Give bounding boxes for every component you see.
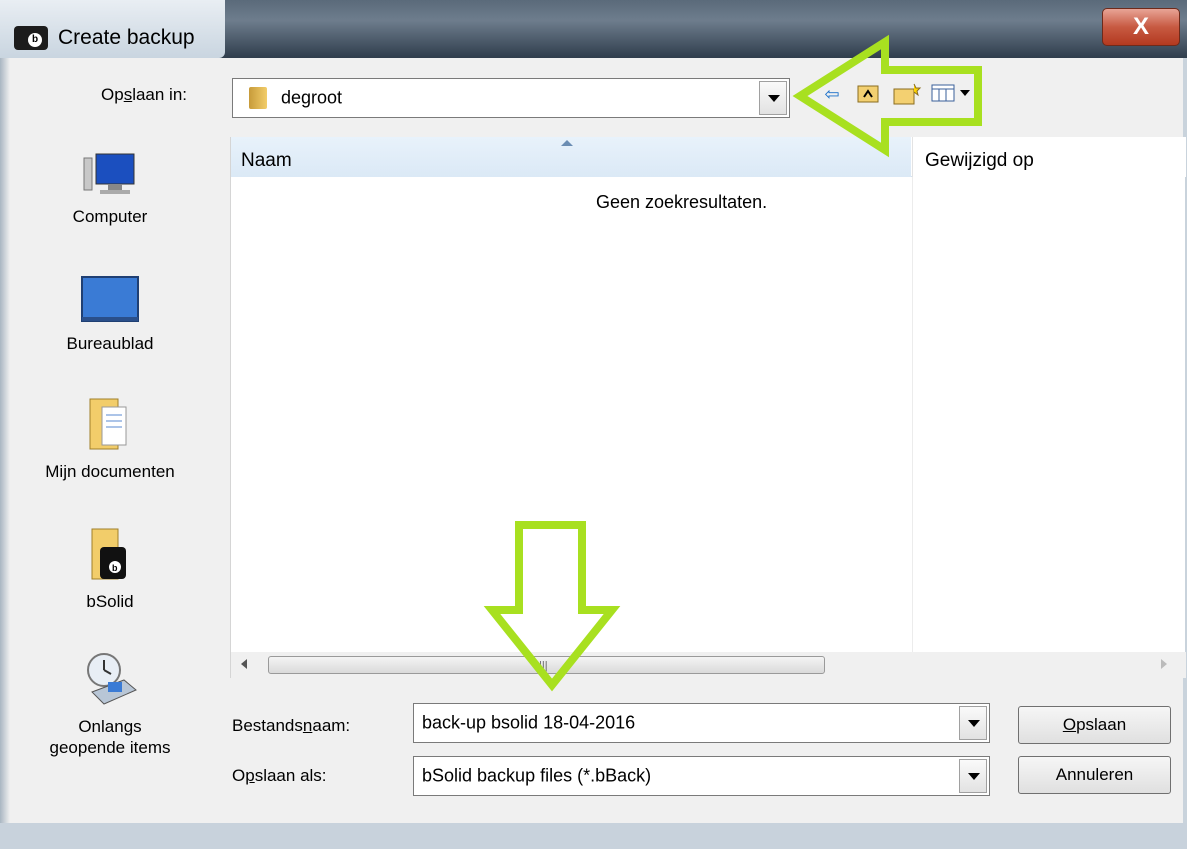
filename-combo[interactable]: back-up bsolid 18-04-2016 (413, 703, 990, 743)
place-computer[interactable]: Computer (10, 150, 210, 227)
recent-items-icon (78, 650, 142, 708)
close-button[interactable]: X (1102, 8, 1180, 46)
place-label-line2: geopende items (49, 738, 171, 757)
filename-value[interactable]: back-up bsolid 18-04-2016 (422, 713, 635, 734)
desktop-icon (80, 275, 140, 325)
documents-icon (88, 395, 132, 453)
empty-message: Geen zoekresultaten. (596, 192, 768, 212)
back-arrow-icon[interactable]: ⇦ (820, 82, 844, 106)
svg-text:b: b (112, 563, 118, 573)
column-divider (912, 177, 913, 652)
scroll-right-icon[interactable] (1161, 659, 1167, 669)
filetype-combo[interactable]: bSolid backup files (*.bBack) (413, 756, 990, 796)
column-name-label: Naam (241, 150, 292, 171)
place-label: Mijn documenten (45, 462, 175, 481)
save-in-combo[interactable]: degroot (232, 78, 790, 118)
place-bsolid[interactable]: b bSolid (10, 525, 210, 612)
save-button[interactable]: Opslaan (1018, 706, 1171, 744)
place-desktop[interactable]: Bureaublad (10, 275, 210, 354)
filetype-value: bSolid backup files (*.bBack) (422, 765, 652, 786)
scroll-left-icon[interactable] (241, 659, 247, 669)
place-label: Bureaublad (66, 334, 154, 353)
bsolid-folder-icon: b (88, 525, 132, 583)
app-icon-letter: b (28, 33, 42, 47)
window-bottom-edge (0, 823, 1187, 849)
app-icon: b (14, 26, 48, 50)
column-modified[interactable]: Gewijzigd op (912, 137, 1186, 177)
sort-ascending-icon (561, 140, 573, 146)
column-name[interactable]: Naam (231, 137, 911, 177)
horizontal-scrollbar[interactable]: ||| (231, 652, 1186, 678)
save-in-value: degroot (281, 87, 343, 108)
filetype-label: Opslaan als: (232, 766, 327, 785)
chevron-down-icon[interactable] (759, 81, 787, 115)
chevron-down-icon[interactable] (959, 706, 987, 740)
filename-label: Bestandsnaam: (232, 716, 351, 735)
place-label: Computer (72, 207, 148, 226)
save-in-label: Opslaan in: (101, 85, 188, 104)
new-folder-icon[interactable] (892, 82, 922, 106)
window-title: Create backup (58, 26, 195, 49)
column-header-row: Naam Gewijzigd op (231, 137, 1186, 177)
place-label-line1: Onlangs (78, 717, 142, 736)
view-menu-icon[interactable] (930, 82, 978, 106)
scroll-thumb[interactable]: ||| (268, 656, 825, 674)
file-list[interactable]: Naam Gewijzigd op Geen zoekresultaten. |… (230, 137, 1186, 678)
place-label: bSolid (86, 592, 134, 611)
cancel-button[interactable]: Annuleren (1018, 756, 1171, 794)
computer-icon (80, 150, 140, 198)
scroll-grip-icon: ||| (539, 660, 548, 672)
column-modified-label: Gewijzigd op (925, 150, 1034, 171)
title-bar: b Create backup X (0, 0, 1187, 58)
up-folder-icon[interactable] (855, 82, 881, 106)
place-recent[interactable]: Onlangs geopende items (10, 650, 210, 758)
dialog-left-edge (0, 58, 10, 849)
chevron-down-icon[interactable] (959, 759, 987, 793)
place-documents[interactable]: Mijn documenten (10, 395, 210, 482)
folder-icon (249, 87, 267, 109)
